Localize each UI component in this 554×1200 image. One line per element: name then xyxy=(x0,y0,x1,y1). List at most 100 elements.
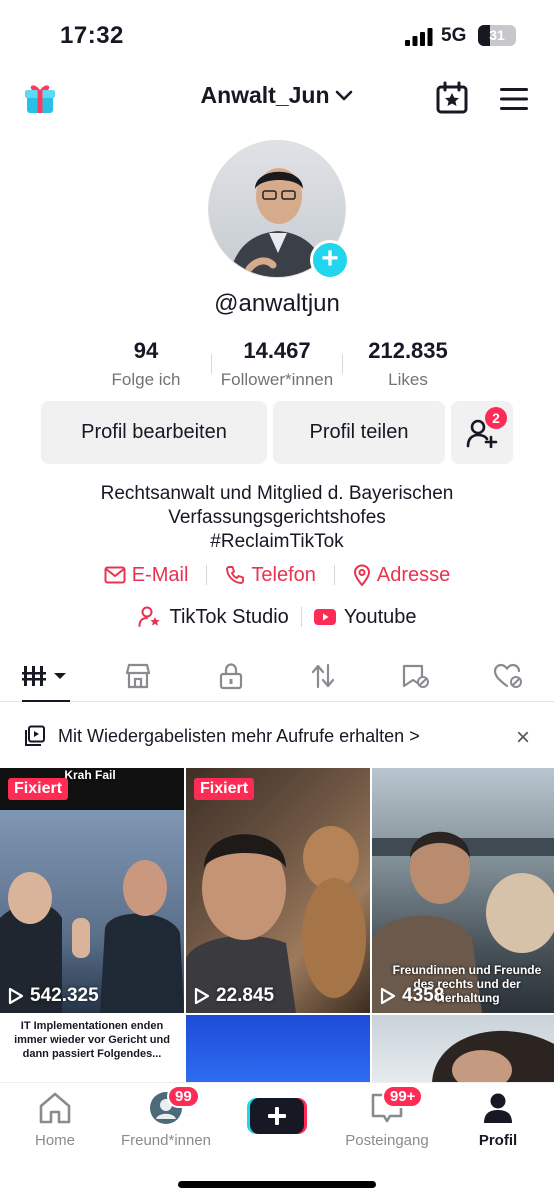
home-icon xyxy=(39,1092,71,1124)
youtube-link[interactable]: Youtube xyxy=(302,606,429,629)
tab-favorites[interactable] xyxy=(369,650,461,701)
video-tile[interactable]: IT Implementationen enden immer wieder v… xyxy=(0,1015,184,1082)
promo-text: Mit Wiedergabelisten mehr Aufrufe erhalt… xyxy=(58,725,420,746)
view-count: 4358 xyxy=(380,985,444,1007)
grid-lines-icon xyxy=(22,665,67,686)
share-profile-button[interactable]: Profil teilen xyxy=(273,401,445,464)
username-switcher[interactable]: Anwalt_Jun xyxy=(200,82,353,109)
youtube-icon xyxy=(313,609,336,625)
stat-followers-label: Follower*innen xyxy=(220,370,334,389)
stat-likes-value: 212.835 xyxy=(368,338,448,363)
stat-likes[interactable]: 212.835 Likes xyxy=(343,338,473,394)
email-label: E-Mail xyxy=(131,563,189,586)
play-icon xyxy=(380,987,396,1005)
tab-private[interactable] xyxy=(185,650,277,701)
repost-icon xyxy=(312,663,335,688)
mail-icon xyxy=(104,566,126,584)
tiktok-studio-link[interactable]: TikTok Studio xyxy=(126,606,301,629)
bottom-tab-bar: Home 99 Freund*innen 99+ Posteingang Pro… xyxy=(0,1082,554,1200)
stat-followers-value: 14.467 xyxy=(243,338,311,363)
create-button[interactable] xyxy=(247,1096,307,1136)
pinned-badge: Fixiert xyxy=(8,778,69,800)
inbox-badge: 99+ xyxy=(382,1085,424,1108)
phone-icon xyxy=(226,566,245,584)
home-indicator xyxy=(178,1181,376,1188)
video-tile[interactable] xyxy=(372,1015,554,1082)
video-tile[interactable]: Krah Fail Fixiert 542.325 xyxy=(0,768,184,1013)
tab-liked[interactable] xyxy=(462,650,554,701)
network-label: 5G xyxy=(441,25,467,46)
bookmark-hidden-icon xyxy=(403,664,430,688)
address-link[interactable]: Adresse xyxy=(335,564,468,587)
tab-friends-label: Freund*innen xyxy=(120,1132,212,1149)
location-pin-icon xyxy=(353,564,370,586)
bio-hashtag[interactable]: #ReclaimTikTok xyxy=(0,530,554,554)
stat-following[interactable]: 94 Folge ich xyxy=(81,338,211,394)
email-link[interactable]: E-Mail xyxy=(86,564,207,587)
calendar-star-icon[interactable] xyxy=(434,80,470,116)
hamburger-menu-icon[interactable] xyxy=(498,84,530,114)
playlist-icon xyxy=(25,725,45,746)
view-count: 22.845 xyxy=(194,985,274,1007)
playlist-promo-banner[interactable]: Mit Wiedergabelisten mehr Aufrufe erhalt… xyxy=(0,712,554,760)
bio-line: Rechtsanwalt und Mitglied d. Bayerischen xyxy=(100,483,454,504)
friend-request-badge: 2 xyxy=(485,407,507,429)
username-label: Anwalt_Jun xyxy=(200,82,330,108)
tab-videos[interactable] xyxy=(0,650,92,702)
stat-likes-label: Likes xyxy=(388,370,428,389)
profile-stats: 94 Folge ich 14.467 Follower*innen 212.8… xyxy=(0,338,554,394)
play-icon xyxy=(194,987,210,1005)
profile-header: Anwalt_Jun xyxy=(0,70,554,126)
pinned-badge: Fixiert xyxy=(194,778,255,800)
add-story-button[interactable]: + xyxy=(310,240,350,280)
content-tabs xyxy=(0,650,554,702)
external-links: TikTok Studio Youtube xyxy=(0,604,554,630)
tab-reposts[interactable] xyxy=(277,650,369,701)
edit-profile-button[interactable]: Profil bearbeiten xyxy=(41,401,267,464)
chevron-down-icon xyxy=(335,90,352,100)
tab-home[interactable]: Home xyxy=(0,1091,110,1149)
play-icon xyxy=(8,987,24,1005)
stat-followers[interactable]: 14.467 Follower*innen xyxy=(212,338,342,394)
tab-inbox-label: Posteingang xyxy=(345,1132,429,1149)
video-thumbnail xyxy=(432,1031,554,1082)
video-thumbnail xyxy=(186,826,366,1013)
tab-inbox[interactable]: 99+ Posteingang xyxy=(332,1085,442,1149)
profile-handle: @anwaltjun xyxy=(214,290,340,317)
close-icon[interactable]: × xyxy=(516,724,530,752)
tab-friends[interactable]: 99 Freund*innen xyxy=(111,1085,221,1149)
video-caption: IT Implementationen enden immer wieder v… xyxy=(6,1019,178,1061)
heart-hidden-icon xyxy=(493,663,522,688)
battery-icon: 31 xyxy=(478,25,516,46)
video-tile[interactable]: Fixiert 22.845 xyxy=(186,768,370,1013)
tab-profile-label: Profil xyxy=(478,1132,518,1149)
video-grid: Krah Fail Fixiert 542.325 Fixiert 22.845 xyxy=(0,768,554,1082)
add-friends-button[interactable]: 2 xyxy=(451,401,513,464)
youtube-label: Youtube xyxy=(343,605,417,628)
tab-shop[interactable] xyxy=(92,650,184,701)
profile-avatar-wrap: + xyxy=(208,140,350,280)
status-time: 17:32 xyxy=(60,22,124,49)
friends-badge: 99 xyxy=(167,1085,200,1108)
address-label: Adresse xyxy=(376,563,451,586)
stat-following-label: Folge ich xyxy=(111,370,181,389)
storefront-icon xyxy=(126,663,151,688)
lock-icon xyxy=(219,662,242,689)
view-count: 542.325 xyxy=(8,985,99,1007)
video-thumbnail xyxy=(0,860,184,1013)
profile-bio: Rechtsanwalt und Mitglied d. Bayerischen… xyxy=(0,482,554,554)
signal-icon xyxy=(405,28,433,46)
video-tile[interactable]: Freundinnen und Freunde des rechts und d… xyxy=(372,768,554,1013)
tiktok-studio-label: TikTok Studio xyxy=(169,605,289,628)
profile-icon xyxy=(484,1093,512,1123)
status-bar: 17:32 5G 31 xyxy=(0,0,554,70)
phone-link[interactable]: Telefon xyxy=(207,564,334,587)
stat-following-value: 94 xyxy=(133,338,159,363)
bio-line: Verfassungsgerichtshofes xyxy=(168,507,386,528)
profile-actions: Profil bearbeiten Profil teilen 2 xyxy=(41,401,513,464)
user-star-icon xyxy=(138,606,160,627)
tab-home-label: Home xyxy=(34,1132,75,1149)
video-tile[interactable] xyxy=(186,1015,370,1082)
tab-profile[interactable]: Profil xyxy=(443,1091,553,1149)
phone-label: Telefon xyxy=(251,563,316,586)
